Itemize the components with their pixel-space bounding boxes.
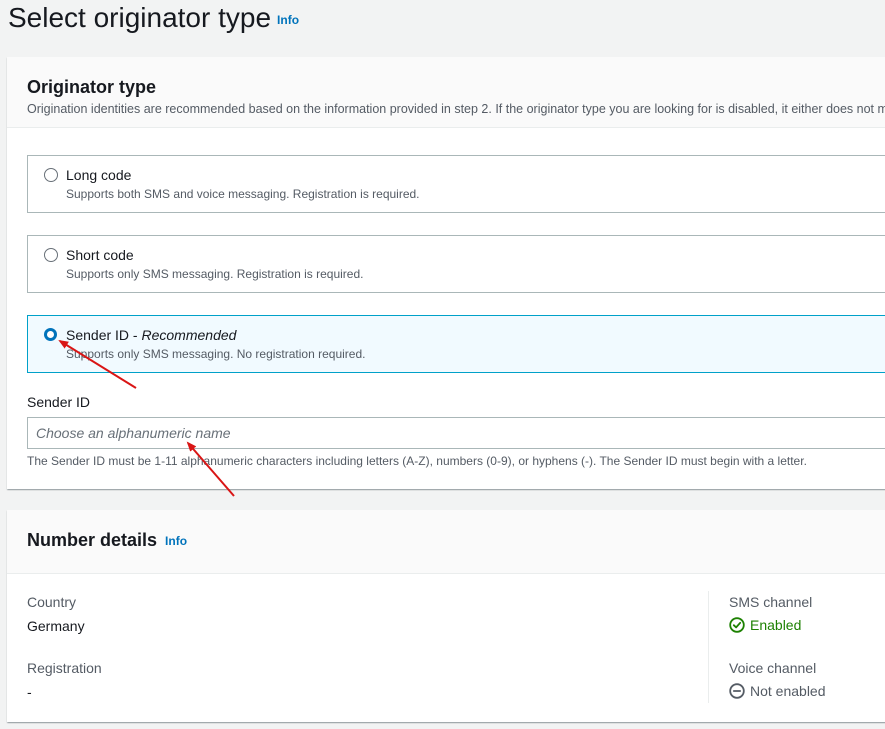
sender-id-description: Supports only SMS messaging. No registra… <box>66 347 366 361</box>
radio-card-long-code[interactable]: Long code Supports both SMS and voice me… <box>27 155 885 213</box>
originator-type-description: Origination identities are recommended b… <box>27 102 885 116</box>
radio-card-short-code[interactable]: Short code Supports only SMS messaging. … <box>27 235 885 293</box>
short-code-description: Supports only SMS messaging. Registratio… <box>66 267 364 281</box>
page-info-link[interactable]: Info <box>277 13 299 27</box>
voice-channel-status: Not enabled <box>729 683 826 699</box>
sender-id-label: Sender ID - Recommended <box>66 327 237 343</box>
number-details-panel: Number details Info Country Germany Regis… <box>7 510 885 722</box>
country-value: Germany <box>27 618 85 634</box>
registration-label: Registration <box>27 660 102 676</box>
page-title: Select originator type Info <box>8 2 299 34</box>
sender-id-input[interactable] <box>27 417 885 449</box>
long-code-radio[interactable] <box>44 168 58 182</box>
number-details-info-link[interactable]: Info <box>165 534 187 548</box>
voice-channel-status-text: Not enabled <box>750 683 826 699</box>
check-circle-icon <box>729 617 745 633</box>
short-code-label: Short code <box>66 247 134 263</box>
radio-card-sender-id[interactable]: Sender ID - Recommended Supports only SM… <box>27 315 885 373</box>
sender-id-field-label: Sender ID <box>27 394 91 410</box>
sender-id-radio[interactable] <box>44 328 57 341</box>
originator-type-heading: Originator type <box>27 77 157 97</box>
short-code-radio[interactable] <box>44 248 58 262</box>
page-title-text: Select originator type <box>8 2 272 33</box>
number-details-header: Number details Info <box>7 510 885 574</box>
sms-channel-status-text: Enabled <box>750 617 802 633</box>
long-code-label: Long code <box>66 167 132 183</box>
voice-channel-label: Voice channel <box>729 660 817 676</box>
number-details-heading: Number details Info <box>27 530 188 550</box>
country-label: Country <box>27 594 77 610</box>
minus-circle-icon <box>729 683 745 699</box>
recommended-tag: Recommended <box>141 327 237 343</box>
column-divider <box>708 591 709 703</box>
sender-id-constraint: The Sender ID must be 1-11 alphanumeric … <box>27 454 807 468</box>
long-code-description: Supports both SMS and voice messaging. R… <box>66 187 420 201</box>
originator-type-panel: Originator type Origination identities a… <box>7 57 885 489</box>
registration-value: - <box>27 684 32 700</box>
sms-channel-label: SMS channel <box>729 594 813 610</box>
sms-channel-status: Enabled <box>729 617 801 633</box>
originator-type-header: Originator type Origination identities a… <box>7 57 885 128</box>
